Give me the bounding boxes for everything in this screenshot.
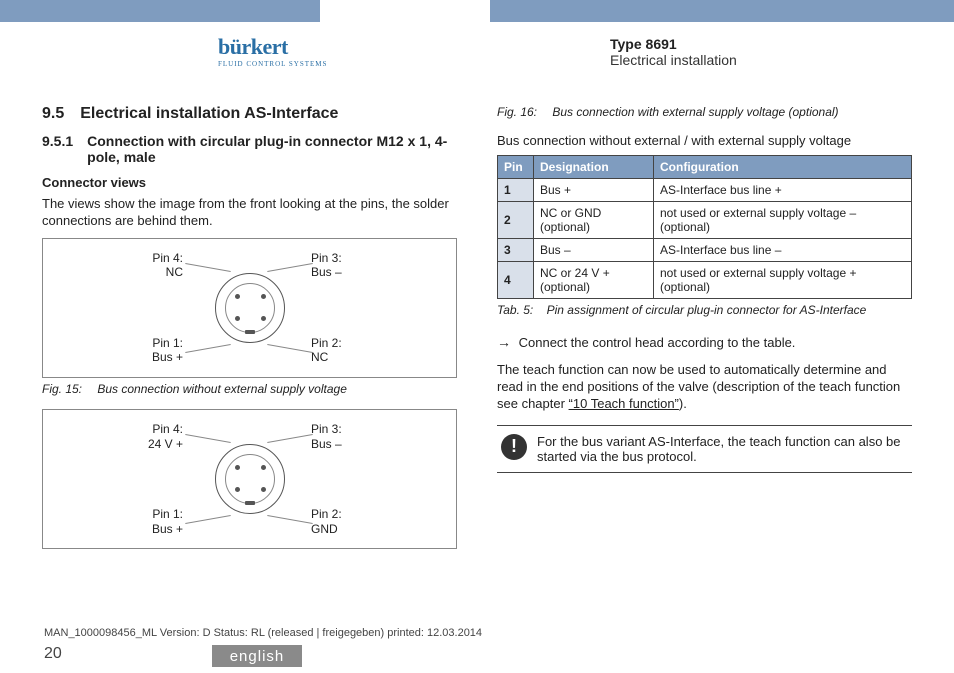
connector-diagram-fig16: Pin 4:24 V + Pin 3:Bus – Pin 1:Bus + Pin… <box>42 409 457 549</box>
leader-line <box>185 515 230 524</box>
fig-caption-text: Bus connection with external supply volt… <box>552 105 838 119</box>
fig-number: Fig. 15: <box>42 382 82 396</box>
doc-section: Electrical installation <box>610 52 737 68</box>
pin1-label: Pin 1:Bus + <box>123 336 183 365</box>
main-content: 9.5 Electrical installation AS-Interface… <box>42 105 912 615</box>
footer-meta: MAN_1000098456_ML Version: D Status: RL … <box>44 627 482 639</box>
pin1-label: Pin 1:Bus + <box>123 507 183 536</box>
pin2-label: Pin 2:NC <box>311 336 342 365</box>
pin3-label: Pin 3:Bus – <box>311 422 342 451</box>
connect-instruction: → Connect the control head according to … <box>497 333 912 352</box>
pin4-label: Pin 4:24 V + <box>123 422 183 451</box>
fig15-caption: Fig. 15: Bus connection without external… <box>42 382 457 398</box>
pin4-label: Pin 4:NC <box>123 251 183 280</box>
page-number: 20 <box>44 645 62 663</box>
pin-assignment-table: Pin Designation Configuration 1 Bus + AS… <box>497 155 912 299</box>
top-bar-left <box>0 0 320 22</box>
fig-caption-text: Bus connection without external supply v… <box>97 382 347 396</box>
pin2-label: Pin 2:GND <box>311 507 342 536</box>
doc-type: Type 8691 <box>610 36 737 52</box>
table-row: 4 NC or 24 V + (optional) not used or ex… <box>498 262 912 299</box>
tab-number: Tab. 5: <box>497 303 533 317</box>
fig-number: Fig. 16: <box>497 105 537 119</box>
subheading-connector-views: Connector views <box>42 175 457 192</box>
brand-tagline: FLUID CONTROL SYSTEMS <box>218 60 327 68</box>
connector-face-icon <box>215 273 285 343</box>
leader-line <box>267 515 312 524</box>
connector-diagram-fig15: Pin 4:NC Pin 3:Bus – Pin 1:Bus + Pin 2:N… <box>42 238 457 378</box>
note-box: ! For the bus variant AS-Interface, the … <box>497 425 912 473</box>
page-header: Type 8691 Electrical installation <box>610 36 737 68</box>
table-row: 3 Bus – AS-Interface bus line – <box>498 239 912 262</box>
table-row: 2 NC or GND (optional) not used or exter… <box>498 202 912 239</box>
top-bar-right <box>490 0 954 22</box>
leader-line <box>267 344 312 353</box>
brand-name: bürkert <box>218 34 288 59</box>
heading-number: 9.5.1 <box>42 133 73 165</box>
th-designation: Designation <box>534 156 654 179</box>
teach-function-paragraph: The teach function can now be used to au… <box>497 362 912 413</box>
th-configuration: Configuration <box>654 156 912 179</box>
teach-function-link[interactable]: “10 Teach function” <box>569 396 679 411</box>
leader-line <box>267 434 312 443</box>
connector-views-desc: The views show the image from the front … <box>42 196 457 230</box>
heading-title: Connection with circular plug-in connect… <box>87 133 457 165</box>
note-text: For the bus variant AS-Interface, the te… <box>537 434 908 464</box>
tab-caption-text: Pin assignment of circular plug-in conne… <box>547 303 867 317</box>
heading-9-5: 9.5 Electrical installation AS-Interface <box>42 105 457 123</box>
heading-number: 9.5 <box>42 105 64 123</box>
heading-9-5-1: 9.5.1 Connection with circular plug-in c… <box>42 133 457 165</box>
language-badge: english <box>212 645 302 667</box>
heading-title: Electrical installation AS-Interface <box>80 105 338 123</box>
tab5-caption: Tab. 5: Pin assignment of circular plug-… <box>497 303 912 319</box>
leader-line <box>185 263 230 272</box>
fig16-caption: Fig. 16: Bus connection with external su… <box>497 105 912 121</box>
connector-face-icon <box>215 444 285 514</box>
arrow-icon: → <box>497 334 511 350</box>
th-pin: Pin <box>498 156 534 179</box>
table-row: 1 Bus + AS-Interface bus line + <box>498 179 912 202</box>
connect-text: Connect the control head according to th… <box>519 335 796 350</box>
table-intro: Bus connection without external / with e… <box>497 133 912 150</box>
leader-line <box>185 434 230 443</box>
leader-line <box>267 263 312 272</box>
leader-line <box>185 344 230 353</box>
exclamation-icon: ! <box>501 434 527 460</box>
brand-logo: bürkert FLUID CONTROL SYSTEMS <box>218 34 327 68</box>
pin3-label: Pin 3:Bus – <box>311 251 342 280</box>
